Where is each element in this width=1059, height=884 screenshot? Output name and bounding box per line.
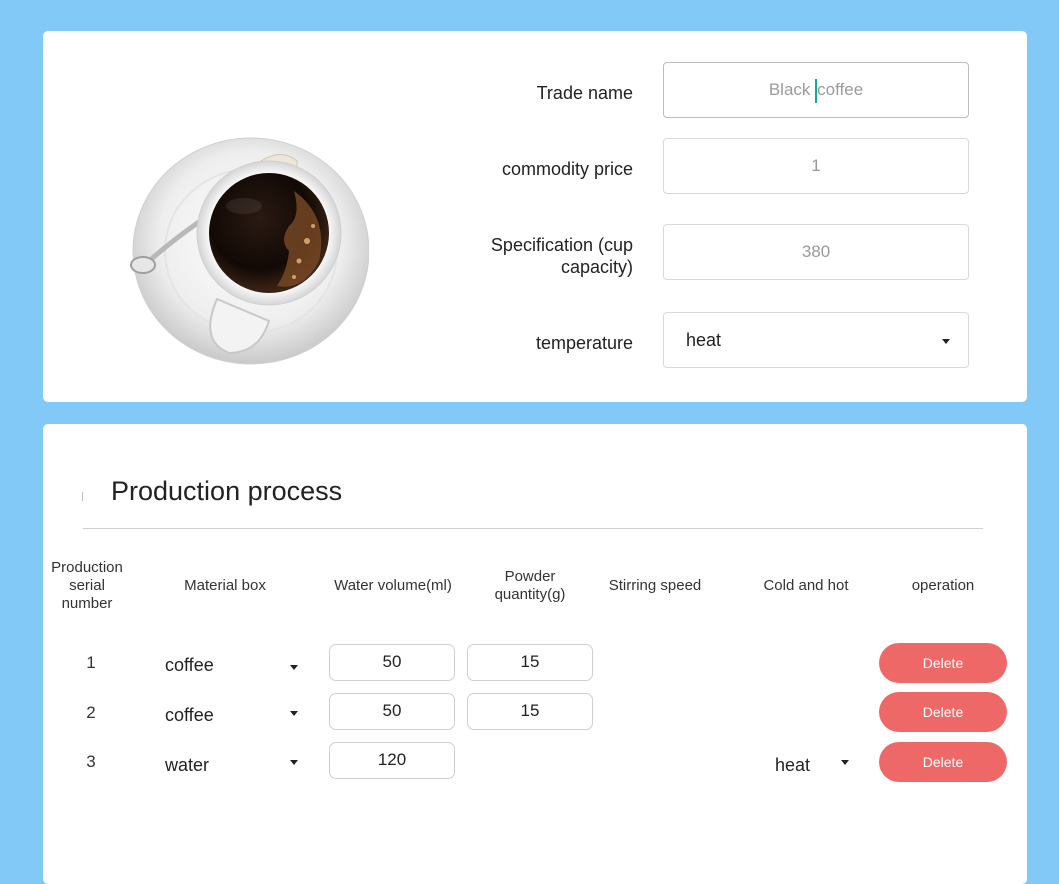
material-select[interactable]: water xyxy=(165,755,209,776)
specification-label-line2: capacity) xyxy=(560,257,633,277)
header-serial-line3: number xyxy=(61,595,113,612)
specification-label-line1: Specification (cup xyxy=(490,235,633,255)
trade-name-value-before-caret: Black xyxy=(768,80,816,99)
header-serial-number: Production serial number xyxy=(41,559,133,613)
header-powder-line1: Powder xyxy=(504,568,556,585)
row-number: 1 xyxy=(86,653,96,672)
section-title: Production process xyxy=(111,476,343,506)
header-operation: operation xyxy=(911,577,975,594)
section-divider xyxy=(83,528,983,529)
trade-name-value-after-caret: coffee xyxy=(817,80,864,99)
water-volume-input[interactable]: 50 xyxy=(329,693,455,730)
material-value: coffee xyxy=(165,655,214,675)
temperature-value: heat xyxy=(686,330,722,350)
commodity-price-input[interactable]: 1 xyxy=(663,138,969,194)
commodity-price-label: commodity price xyxy=(501,159,633,179)
header-stirring-speed: Stirring speed xyxy=(608,577,702,594)
temperature-label: temperature xyxy=(535,333,633,353)
header-serial-line1: Production xyxy=(51,559,123,576)
section-marker xyxy=(82,492,83,501)
specification-label: Specification (cup capacity) xyxy=(491,234,633,278)
material-value: water xyxy=(165,755,210,775)
dropdown-arrow-icon[interactable] xyxy=(290,711,298,716)
water-volume-input[interactable]: 50 xyxy=(329,644,455,681)
dropdown-arrow-icon xyxy=(942,339,950,344)
row-number: 2 xyxy=(86,703,96,722)
production-process-card: Production process Production serial num… xyxy=(43,424,1027,884)
header-powder-line2: quantity(g) xyxy=(494,586,566,603)
header-material-box: Material box xyxy=(184,577,266,594)
powder-quantity-input[interactable]: 15 xyxy=(467,644,593,681)
dropdown-arrow-icon[interactable] xyxy=(841,760,849,765)
delete-button[interactable]: Delete xyxy=(879,742,1007,782)
temperature-select[interactable]: heat xyxy=(663,312,969,368)
delete-button[interactable]: Delete xyxy=(879,643,1007,683)
header-cold-and-hot: Cold and hot xyxy=(763,577,849,594)
header-water-volume: Water volume(ml) xyxy=(334,577,452,594)
cold-hot-select[interactable]: heat xyxy=(775,755,810,776)
trade-name-input[interactable]: Black coffee xyxy=(663,62,969,118)
header-powder-quantity: Powder quantity(g) xyxy=(475,568,585,604)
water-volume-input[interactable]: 120 xyxy=(329,742,455,779)
dropdown-arrow-icon[interactable] xyxy=(290,665,298,670)
specification-input[interactable]: 380 xyxy=(663,224,969,280)
header-serial-line2: serial xyxy=(69,577,105,594)
row-number: 3 xyxy=(86,752,96,771)
trade-name-label: Trade name xyxy=(536,83,633,103)
dropdown-arrow-icon[interactable] xyxy=(290,760,298,765)
cold-hot-value: heat xyxy=(775,755,811,775)
material-value: coffee xyxy=(165,705,214,725)
material-select[interactable]: coffee xyxy=(165,705,214,726)
powder-quantity-input[interactable]: 15 xyxy=(467,693,593,730)
coffee-cup-image xyxy=(130,137,369,365)
product-info-card: Trade name Black coffee commodity price … xyxy=(43,31,1027,402)
delete-button[interactable]: Delete xyxy=(879,692,1007,732)
material-select[interactable]: coffee xyxy=(165,655,214,676)
